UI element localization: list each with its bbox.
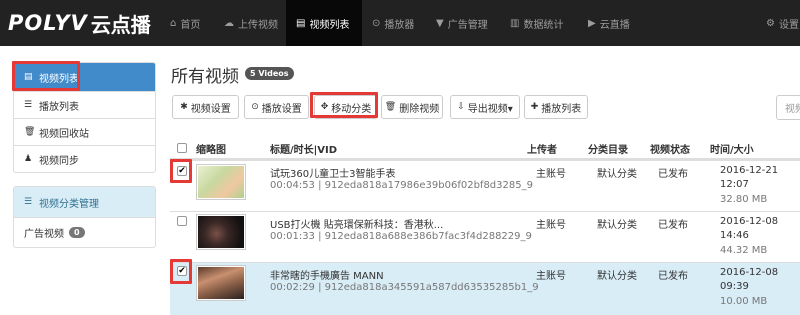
uploader: 主账号 xyxy=(536,271,566,282)
video-thumbnail[interactable] xyxy=(196,265,246,301)
wrench-icon: ✱ xyxy=(180,102,188,112)
video-meta: 00:02:29 | 912eda818a345591a587dd6353528… xyxy=(270,282,539,293)
sidebar-item-ad-videos[interactable]: 广告视频 0 xyxy=(14,217,155,247)
polyv-logo[interactable]: POLYV 云点播 xyxy=(8,9,151,37)
sidebar-group-manage: ☰ 视频分类管理 广告视频 0 xyxy=(13,186,156,248)
row-checkbox[interactable] xyxy=(177,216,187,226)
upload-cloud-icon: ☁ xyxy=(224,17,234,29)
upload-date: 2016-12-21 xyxy=(720,165,779,176)
category: 默认分类 xyxy=(597,169,637,180)
user-icon: ♟ xyxy=(24,154,33,164)
video-meta: 00:04:53 | 912eda818a17986e39b06f02bf8d3… xyxy=(270,180,533,191)
nav-upload[interactable]: ☁ 上传视频 xyxy=(220,0,286,46)
trash-icon: 🗑 xyxy=(384,102,397,112)
video-thumbnail[interactable] xyxy=(196,164,246,200)
filter-icon: ▼ xyxy=(436,17,444,29)
select-all-checkbox[interactable] xyxy=(177,143,187,153)
status: 已发布 xyxy=(658,169,688,180)
sidebar-item-recycle-bin[interactable]: 🗑 视频回收站 xyxy=(14,118,155,145)
upload-date: 2016-12-08 xyxy=(720,267,779,278)
top-navbar: POLYV 云点播 ⌂ 首页 ☁ 上传视频 ▤ 视频列表 ⊙ 播放器 ▼ 广告管理 ▥ 数据… xyxy=(0,0,800,46)
category: 默认分类 xyxy=(597,271,637,282)
plus-icon: ✚ xyxy=(530,102,539,112)
nav-home[interactable]: ⌂ 首页 xyxy=(166,0,218,46)
file-size: 10.00 MB xyxy=(720,296,768,307)
file-size: 32.80 MB xyxy=(720,194,768,205)
logo-text: POLYV xyxy=(8,11,88,35)
nav-video-list[interactable]: ▤ 视频列表 xyxy=(286,0,362,46)
film-icon: ▤ xyxy=(296,17,306,29)
upload-time: 14:46 xyxy=(720,230,749,241)
video-meta: 00:01:33 | 912eda818a688e386b7fac3f4d288… xyxy=(270,231,532,242)
play-settings-button[interactable]: ⊙ 播放设置 xyxy=(244,95,309,119)
highlight-video-list xyxy=(12,61,80,91)
file-size: 44.32 MB xyxy=(720,245,768,256)
video-count-badge: 5 Videos xyxy=(245,67,294,80)
nav-stats[interactable]: ▥ 数据统计 xyxy=(506,0,576,46)
sidebar-item-playlist[interactable]: ☰ 播放列表 xyxy=(14,91,155,118)
nav-settings[interactable]: ⚙ 设置 xyxy=(756,0,800,46)
download-icon: ⇩ xyxy=(457,102,465,112)
status: 已发布 xyxy=(658,220,688,231)
list-icon: ☰ xyxy=(24,197,33,207)
header-category[interactable]: 分类目录 xyxy=(588,137,628,159)
highlight-move-category xyxy=(310,92,378,118)
search-input[interactable]: 视频 xyxy=(776,95,800,120)
header-status[interactable]: 视频状态 xyxy=(650,137,690,159)
sidebar-item-video-sync[interactable]: ♟ 视频同步 xyxy=(14,145,155,172)
highlight-row1-checkbox xyxy=(170,159,192,183)
video-settings-button[interactable]: ✱ 视频设置 xyxy=(172,95,239,119)
bar-chart-icon: ▥ xyxy=(510,17,520,29)
upload-time: 12:07 xyxy=(720,179,749,190)
ad-count-badge: 0 xyxy=(69,227,85,238)
video-thumbnail[interactable] xyxy=(196,214,246,250)
delete-video-button[interactable]: 🗑 删除视频 xyxy=(381,95,443,119)
header-time-size[interactable]: 时间/大小 xyxy=(710,137,754,159)
upload-time: 09:39 xyxy=(720,281,749,292)
uploader: 主账号 xyxy=(536,220,566,231)
list-icon: ☰ xyxy=(24,100,33,110)
logo-cn-text: 云点播 xyxy=(90,12,151,37)
trash-icon: 🗑 xyxy=(24,127,36,137)
nav-live[interactable]: ▶ 云直播 xyxy=(584,0,640,46)
video-camera-icon: ▶ xyxy=(588,17,596,29)
sidebar-item-category-manage[interactable]: ☰ 视频分类管理 xyxy=(14,187,155,217)
video-title-link[interactable]: USB打火機 貼亮環保新科技：香港秋... xyxy=(270,216,443,231)
upload-date: 2016-12-08 xyxy=(720,216,779,227)
highlight-row3-checkbox xyxy=(170,259,192,284)
nav-ads[interactable]: ▼ 广告管理 xyxy=(432,0,498,46)
home-icon: ⌂ xyxy=(170,17,177,29)
export-video-dropdown[interactable]: ⇩ 导出视频▾ xyxy=(450,95,520,119)
video-title-link[interactable]: 非常瞎的手機廣告 MANN xyxy=(270,267,384,282)
status: 已发布 xyxy=(658,271,688,282)
play-circle-icon: ⊙ xyxy=(251,102,259,112)
video-title-link[interactable]: 试玩360儿童卫士3智能手表 xyxy=(270,165,395,180)
header-thumbnail: 缩略图 xyxy=(196,144,226,156)
nav-player[interactable]: ⊙ 播放器 xyxy=(368,0,424,46)
header-uploader[interactable]: 上传者 xyxy=(527,137,557,159)
uploader: 主账号 xyxy=(536,169,566,180)
player-icon: ⊙ xyxy=(372,17,381,29)
gear-icon: ⚙ xyxy=(766,17,775,29)
page-title: 所有视频 xyxy=(171,67,239,87)
category: 默认分类 xyxy=(597,220,637,231)
header-title[interactable]: 标题/时长|VID xyxy=(270,137,337,159)
playlist-button[interactable]: ✚ 播放列表 xyxy=(524,95,588,119)
